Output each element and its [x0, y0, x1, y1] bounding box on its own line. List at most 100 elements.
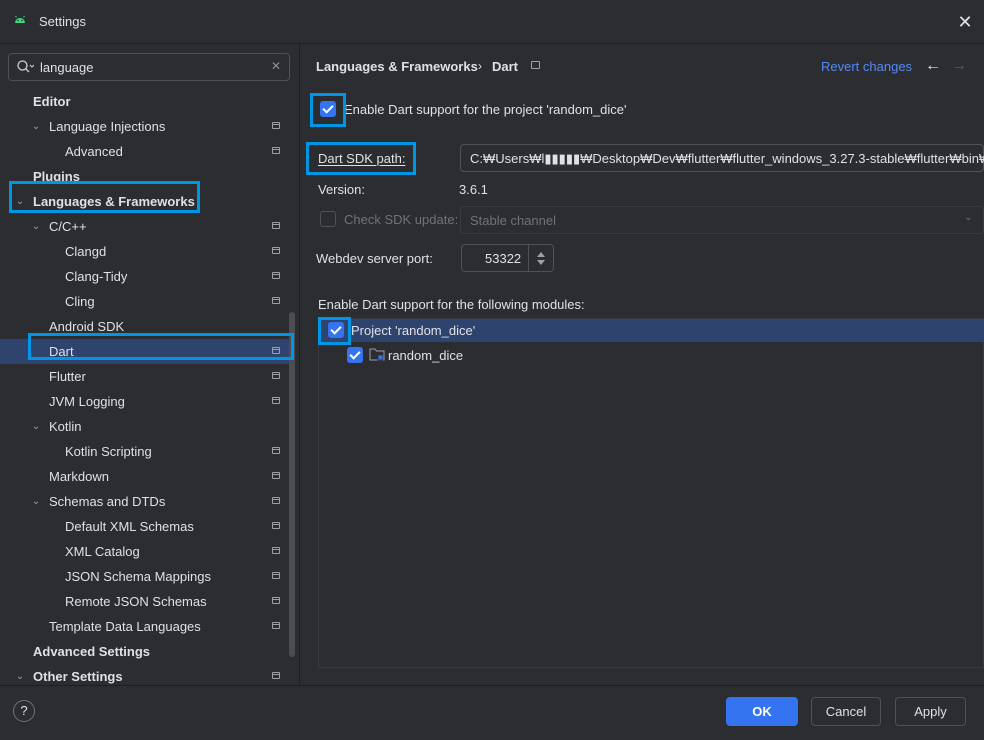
tree-item-xml-catalog[interactable]: XML Catalog	[0, 539, 291, 564]
tree-item-label: Kotlin	[49, 419, 82, 434]
tree-item-label: Plugins	[33, 169, 80, 184]
module-folder-icon	[369, 348, 385, 361]
project-level-icon	[272, 547, 280, 554]
dart-sdk-path-label: Dart SDK path:	[318, 151, 406, 166]
tree-item-label: Advanced Settings	[33, 644, 151, 659]
clear-icon[interactable]: ✕	[270, 59, 282, 73]
tree-item-label: Android SDK	[49, 319, 125, 334]
tree-item-editor[interactable]: Editor	[0, 89, 291, 114]
webdev-port-value[interactable]: 53322	[485, 251, 521, 266]
chevron-down-icon[interactable]: ⌄	[14, 189, 26, 214]
tree-item-languages-frameworks[interactable]: ⌄ Languages & Frameworks	[0, 189, 291, 214]
project-level-icon	[272, 372, 280, 379]
project-level-icon	[272, 147, 280, 154]
update-channel-value: Stable channel	[470, 213, 557, 228]
check-sdk-update-checkbox[interactable]	[320, 211, 336, 227]
tree-item-label: XML Catalog	[65, 544, 140, 559]
project-level-icon	[272, 597, 280, 604]
tree-item-cling[interactable]: Cling	[0, 289, 291, 314]
tree-item-remote-json-schemas[interactable]: Remote JSON Schemas	[0, 589, 291, 614]
tree-item-language-injections[interactable]: ⌄ Language Injections	[0, 114, 291, 139]
tree-item-default-xml-schemas[interactable]: Default XML Schemas	[0, 514, 291, 539]
tree-item-template-data-languages[interactable]: Template Data Languages	[0, 614, 291, 639]
module-random-dice-label[interactable]: random_dice	[388, 348, 463, 363]
project-level-icon	[272, 397, 280, 404]
tree-item-schemas-and-dtds[interactable]: ⌄ Schemas and DTDs	[0, 489, 291, 514]
tree-item-label: Cling	[65, 294, 95, 309]
cancel-button[interactable]: Cancel	[811, 697, 881, 726]
tree-item-advanced[interactable]: Advanced	[0, 139, 291, 164]
help-icon[interactable]: ?	[13, 700, 35, 722]
tree-item-label: Kotlin Scripting	[65, 444, 152, 459]
module-project-checkbox[interactable]	[328, 322, 344, 338]
tree-item-label: C/C++	[49, 219, 87, 234]
search-input[interactable]	[40, 58, 260, 76]
tree-scrollbar[interactable]	[289, 312, 295, 657]
tree-item-kotlin[interactable]: ⌄ Kotlin	[0, 414, 291, 439]
version-value: 3.6.1	[459, 182, 488, 197]
tree-item-flutter[interactable]: Flutter	[0, 364, 291, 389]
tree-item-label: JSON Schema Mappings	[65, 569, 211, 584]
tree-item-label: Markdown	[49, 469, 109, 484]
tree-item-clangd[interactable]: Clangd	[0, 239, 291, 264]
arrow-right-icon[interactable]: →	[951, 57, 967, 75]
arrow-left-icon[interactable]: ←	[925, 57, 941, 75]
tree-item-label: Remote JSON Schemas	[65, 594, 207, 609]
module-random-dice-checkbox[interactable]	[347, 347, 363, 363]
dart-sdk-path-value[interactable]: C:₩Users₩l▮▮▮▮▮₩Desktop₩Dev₩flutter₩flut…	[470, 151, 984, 167]
tree-item-plugins[interactable]: Plugins	[0, 164, 291, 189]
spinner-arrows-icon[interactable]	[528, 245, 554, 271]
modules-tree	[318, 318, 984, 668]
chevron-down-icon[interactable]: ⌄	[30, 214, 42, 239]
tree-item-advanced-settings[interactable]: Advanced Settings	[0, 639, 291, 664]
project-level-icon	[272, 222, 280, 229]
project-level-icon	[272, 297, 280, 304]
module-project-label[interactable]: Project 'random_dice'	[351, 323, 475, 338]
tree-item-label: Editor	[33, 94, 71, 109]
tree-item-json-schema-mappings[interactable]: JSON Schema Mappings	[0, 564, 291, 589]
chevron-down-icon[interactable]: ⌄	[30, 114, 42, 139]
search-icon[interactable]	[16, 59, 34, 75]
tree-item-label: Clang-Tidy	[65, 269, 128, 284]
webdev-port-label: Webdev server port:	[316, 251, 433, 266]
version-label: Version:	[318, 182, 365, 197]
project-level-icon	[272, 572, 280, 579]
check-sdk-update-label[interactable]: Check SDK update:	[344, 212, 458, 227]
revert-changes-link[interactable]: Revert changes	[821, 59, 912, 74]
chevron-down-icon: ⌄	[964, 212, 973, 223]
project-level-icon	[272, 472, 280, 479]
tree-item-c-c[interactable]: ⌄ C/C++	[0, 214, 291, 239]
project-level-icon	[272, 272, 280, 279]
tree-item-label: JVM Logging	[49, 394, 125, 409]
tree-item-label: Schemas and DTDs	[49, 494, 166, 509]
close-icon[interactable]: ✕	[955, 12, 975, 32]
tree-item-clang-tidy[interactable]: Clang-Tidy	[0, 264, 291, 289]
android-icon	[15, 15, 25, 23]
project-level-icon	[272, 247, 280, 254]
tree-item-label: Advanced	[65, 144, 123, 159]
tree-item-kotlin-scripting[interactable]: Kotlin Scripting	[0, 439, 291, 464]
title-bar	[0, 0, 984, 44]
project-level-icon	[272, 672, 280, 679]
tree-item-label: Dart	[49, 344, 74, 359]
tree-item-android-sdk[interactable]: Android SDK	[0, 314, 291, 339]
project-level-icon	[272, 622, 280, 629]
chevron-down-icon[interactable]: ⌄	[30, 414, 42, 439]
tree-item-label: Default XML Schemas	[65, 519, 194, 534]
ok-button[interactable]: OK	[726, 697, 798, 726]
tree-item-label: Clangd	[65, 244, 107, 259]
breadcrumb-parent[interactable]: Languages & Frameworks	[316, 59, 478, 74]
project-level-icon	[531, 61, 540, 69]
tree-item-markdown[interactable]: Markdown	[0, 464, 291, 489]
project-level-icon	[272, 122, 280, 129]
enable-dart-label[interactable]: Enable Dart support for the project 'ran…	[344, 102, 626, 117]
enable-dart-checkbox[interactable]	[320, 101, 336, 117]
tree-item-label: Language Injections	[49, 119, 166, 134]
chevron-down-icon[interactable]: ⌄	[30, 489, 42, 514]
project-level-icon	[272, 347, 280, 354]
modules-label: Enable Dart support for the following mo…	[318, 297, 585, 312]
tree-item-dart[interactable]: Dart	[0, 339, 291, 364]
apply-button[interactable]: Apply	[895, 697, 966, 726]
window-title: Settings	[39, 14, 86, 29]
tree-item-jvm-logging[interactable]: JVM Logging	[0, 389, 291, 414]
